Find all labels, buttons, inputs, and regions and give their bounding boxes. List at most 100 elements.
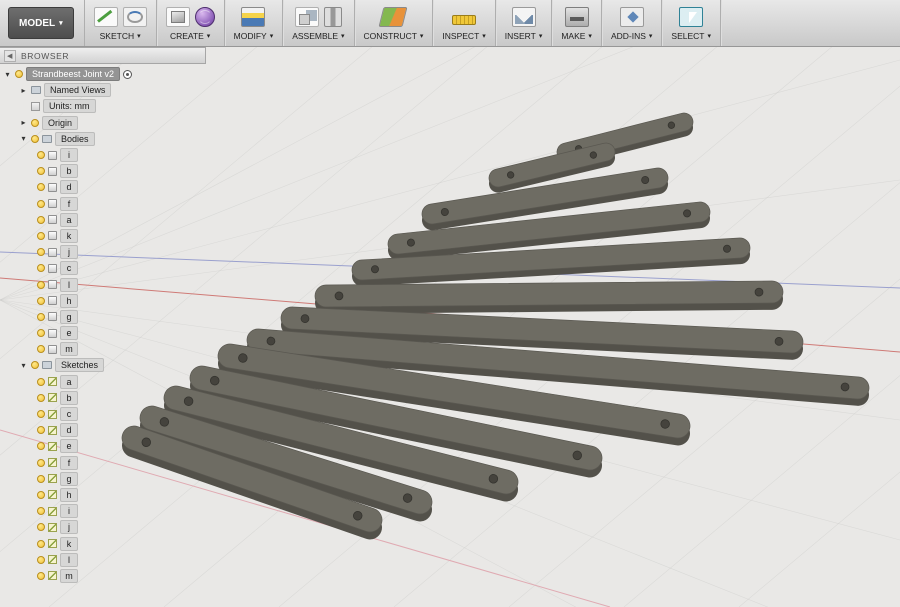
sketch-name[interactable]: j: [60, 520, 78, 534]
toolbar-group-construct[interactable]: CONSTRUCT▾: [355, 0, 434, 46]
sketch-name[interactable]: b: [60, 391, 78, 405]
sketch-name[interactable]: c: [60, 407, 78, 421]
sketch-name[interactable]: i: [60, 504, 78, 518]
toolbar-group-select[interactable]: SELECT▾: [662, 0, 721, 46]
visibility-bulb-icon[interactable]: [37, 507, 45, 515]
tree-row-sketch-a[interactable]: a: [0, 374, 206, 390]
tree-row-sketch-c[interactable]: c: [0, 406, 206, 422]
visibility-bulb-icon[interactable]: [37, 491, 45, 499]
visibility-bulb-icon[interactable]: [31, 361, 39, 369]
body-name[interactable]: c: [60, 261, 78, 275]
tree-row-bodies[interactable]: ▾ Bodies: [0, 131, 206, 147]
visibility-bulb-icon[interactable]: [37, 297, 45, 305]
sketch-pencil-icon[interactable]: [94, 7, 118, 27]
visibility-bulb-icon[interactable]: [37, 410, 45, 418]
chevron-expanded-icon[interactable]: ▾: [19, 134, 28, 143]
body-name[interactable]: a: [60, 213, 78, 227]
create-sphere-icon[interactable]: [195, 7, 215, 27]
visibility-bulb-icon[interactable]: [37, 264, 45, 272]
bodies-label[interactable]: Bodies: [55, 132, 95, 146]
body-name[interactable]: f: [60, 197, 78, 211]
tree-row-sketch-f[interactable]: f: [0, 455, 206, 471]
sketch-name[interactable]: f: [60, 456, 78, 470]
tree-row-sketch-e[interactable]: e: [0, 438, 206, 454]
tree-row-body-m[interactable]: m: [0, 341, 206, 357]
tree-row-sketch-j[interactable]: j: [0, 519, 206, 535]
tree-row-body-k[interactable]: k: [0, 228, 206, 244]
tree-row-sketch-m[interactable]: m: [0, 568, 206, 584]
body-name[interactable]: m: [60, 342, 78, 356]
visibility-bulb-icon[interactable]: [37, 394, 45, 402]
body-bar-k[interactable]: [315, 281, 783, 314]
tree-row-sketches[interactable]: ▾ Sketches: [0, 357, 206, 373]
visibility-bulb-icon[interactable]: [15, 70, 23, 78]
tree-row-body-d[interactable]: d: [0, 179, 206, 195]
visibility-bulb-icon[interactable]: [37, 475, 45, 483]
press-pull-icon[interactable]: [241, 7, 265, 27]
visibility-bulb-icon[interactable]: [37, 378, 45, 386]
tree-row-body-i[interactable]: i: [0, 147, 206, 163]
units-label[interactable]: Units: mm: [43, 99, 96, 113]
visibility-bulb-icon[interactable]: [37, 540, 45, 548]
tree-row-sketch-k[interactable]: k: [0, 535, 206, 551]
sketch-name[interactable]: l: [60, 553, 78, 567]
visibility-bulb-icon[interactable]: [37, 313, 45, 321]
body-name[interactable]: l: [60, 278, 78, 292]
new-component-icon[interactable]: [295, 7, 319, 27]
toolbar-group-insert[interactable]: INSERT▾: [496, 0, 553, 46]
visibility-bulb-icon[interactable]: [37, 216, 45, 224]
body-name[interactable]: b: [60, 164, 78, 178]
create-box-icon[interactable]: [166, 7, 190, 27]
body-name[interactable]: h: [60, 294, 78, 308]
chevron-collapsed-icon[interactable]: ▸: [19, 118, 28, 127]
tree-row-body-c[interactable]: c: [0, 260, 206, 276]
construct-plane-icon[interactable]: [379, 7, 408, 27]
tree-row-body-e[interactable]: e: [0, 325, 206, 341]
visibility-bulb-icon[interactable]: [37, 523, 45, 531]
visibility-bulb-icon[interactable]: [37, 248, 45, 256]
sketch-name[interactable]: a: [60, 375, 78, 389]
body-name[interactable]: d: [60, 180, 78, 194]
chevron-collapsed-icon[interactable]: ▸: [19, 86, 28, 95]
document-title[interactable]: Strandbeest Joint v2: [26, 67, 120, 81]
sketch-name[interactable]: h: [60, 488, 78, 502]
tree-row-named-views[interactable]: ▸ Named Views: [0, 82, 206, 98]
toolbar-group-sketch[interactable]: SKETCH▾: [84, 0, 157, 46]
visibility-bulb-icon[interactable]: [37, 183, 45, 191]
tree-row-body-a[interactable]: a: [0, 212, 206, 228]
sketch-name[interactable]: k: [60, 537, 78, 551]
make-icon[interactable]: [565, 7, 589, 27]
tree-row-body-h[interactable]: h: [0, 293, 206, 309]
chevron-expanded-icon[interactable]: ▾: [3, 70, 12, 79]
toolbar-group-make[interactable]: MAKE▾: [552, 0, 602, 46]
visibility-bulb-icon[interactable]: [37, 345, 45, 353]
tree-row-body-j[interactable]: j: [0, 244, 206, 260]
visibility-bulb-icon[interactable]: [37, 281, 45, 289]
tree-row-sketch-b[interactable]: b: [0, 390, 206, 406]
tree-row-body-l[interactable]: l: [0, 276, 206, 292]
toolbar-group-assemble[interactable]: ASSEMBLE▾: [283, 0, 354, 46]
collapse-panel-icon[interactable]: ◀: [4, 50, 16, 62]
tree-row-body-f[interactable]: f: [0, 196, 206, 212]
tree-row-sketch-i[interactable]: i: [0, 503, 206, 519]
active-document-radio-icon[interactable]: [123, 70, 132, 79]
origin-label[interactable]: Origin: [42, 116, 78, 130]
sketch-name[interactable]: d: [60, 423, 78, 437]
named-views-label[interactable]: Named Views: [44, 83, 111, 97]
visibility-bulb-icon[interactable]: [37, 200, 45, 208]
sketch-name[interactable]: m: [60, 569, 78, 583]
body-name[interactable]: j: [60, 245, 78, 259]
visibility-bulb-icon[interactable]: [31, 119, 39, 127]
visibility-bulb-icon[interactable]: [37, 459, 45, 467]
tree-row-units[interactable]: Units: mm: [0, 98, 206, 114]
chevron-expanded-icon[interactable]: ▾: [19, 361, 28, 370]
tree-row-body-b[interactable]: b: [0, 163, 206, 179]
visibility-bulb-icon[interactable]: [37, 167, 45, 175]
insert-image-icon[interactable]: [512, 7, 536, 27]
visibility-bulb-icon[interactable]: [37, 426, 45, 434]
visibility-bulb-icon[interactable]: [37, 572, 45, 580]
toolbar-group-addins[interactable]: ADD-INS▾: [602, 0, 662, 46]
tree-row-body-g[interactable]: g: [0, 309, 206, 325]
measure-icon[interactable]: [452, 15, 476, 25]
visibility-bulb-icon[interactable]: [37, 329, 45, 337]
